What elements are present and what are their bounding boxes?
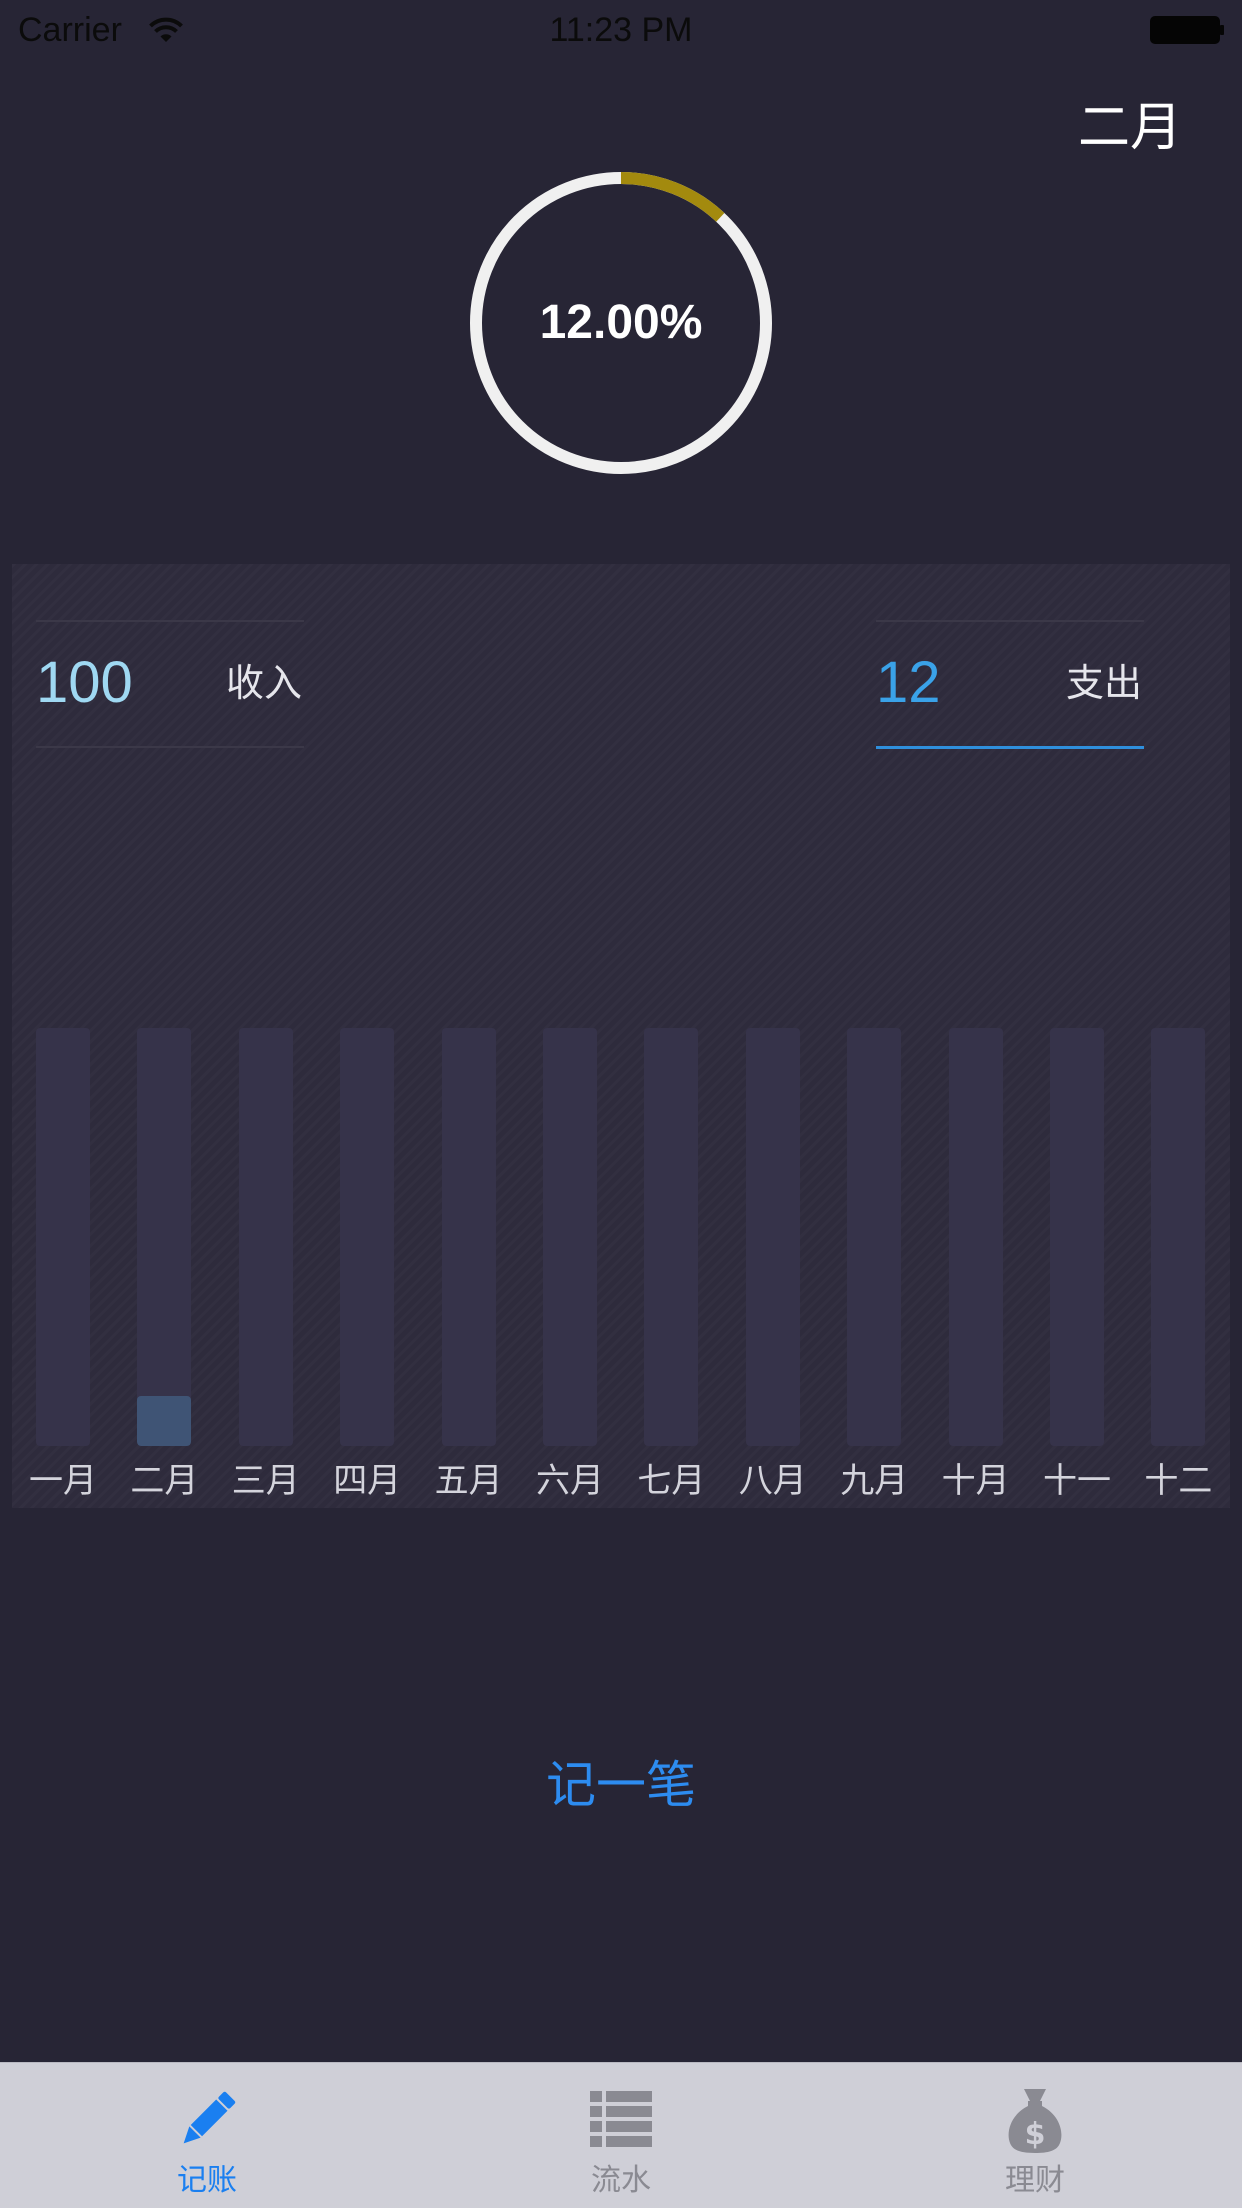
bar-month-label: 九月 bbox=[840, 1461, 909, 1501]
bar-column: 五月 bbox=[435, 1028, 543, 1513]
bar-track bbox=[137, 1028, 192, 1446]
bar-track bbox=[543, 1028, 597, 1446]
bar-month-label: 四月 bbox=[333, 1461, 402, 1501]
bar-month-label: 七月 bbox=[637, 1461, 706, 1501]
bar-month-label: 八月 bbox=[738, 1461, 807, 1501]
bar-column: 三月 bbox=[232, 1028, 340, 1513]
bar-column: 八月 bbox=[739, 1028, 847, 1513]
summary-panel: 100 收入 12 支出 一月 二月 三月 四月 五月 六月 七月 八月 九月 十月 十一 十二 bbox=[12, 564, 1230, 1508]
bar-column: 七月 bbox=[637, 1028, 745, 1513]
bar-column: 十月 bbox=[942, 1028, 1050, 1513]
battery-icon bbox=[1150, 16, 1224, 44]
bar-month-label: 二月 bbox=[130, 1461, 199, 1501]
bar-track bbox=[847, 1028, 902, 1446]
bar-track bbox=[340, 1028, 395, 1446]
income-summary[interactable]: 100 收入 bbox=[36, 620, 304, 748]
bar-column: 六月 bbox=[536, 1028, 644, 1513]
bar-value bbox=[137, 1396, 192, 1446]
tab-bookkeeping-label: 记账 bbox=[177, 2163, 237, 2198]
bar-track bbox=[1151, 1028, 1206, 1446]
bar-track bbox=[1050, 1028, 1104, 1446]
bar-track bbox=[441, 1028, 496, 1446]
expense-summary[interactable]: 12 支出 bbox=[876, 620, 1144, 749]
bar-month-label: 十一 bbox=[1043, 1461, 1111, 1501]
pencil-icon bbox=[183, 2091, 236, 2144]
bar-column: 四月 bbox=[333, 1028, 441, 1513]
monthly-bar-chart: 一月 二月 三月 四月 五月 六月 七月 八月 九月 十月 十一 十二 bbox=[29, 1028, 1230, 1513]
bar-month-label: 六月 bbox=[536, 1461, 604, 1501]
bar-track bbox=[745, 1028, 800, 1446]
record-entry-button[interactable]: 记一笔 bbox=[0, 1750, 1242, 1820]
income-label: 收入 bbox=[225, 661, 302, 705]
bar-month-label: 十二 bbox=[1144, 1461, 1213, 1501]
bar-track bbox=[948, 1028, 1003, 1446]
current-month-label[interactable]: 二月 bbox=[1078, 96, 1182, 160]
bar-column: 二月 bbox=[130, 1028, 238, 1513]
bar-track bbox=[644, 1028, 699, 1446]
bar-track bbox=[238, 1028, 293, 1446]
bar-column: 九月 bbox=[840, 1028, 948, 1513]
tab-transactions-label: 流水 bbox=[591, 2163, 651, 2198]
progress-ring: 12.00% bbox=[470, 172, 772, 474]
bar-month-label: 一月 bbox=[29, 1461, 97, 1501]
list-icon bbox=[590, 2091, 652, 2147]
status-time: 11:23 PM bbox=[549, 11, 693, 49]
tab-finance[interactable]: $ 理财 bbox=[828, 2063, 1242, 2208]
income-value: 100 bbox=[36, 650, 133, 715]
bar-column: 一月 bbox=[29, 1028, 137, 1513]
status-bar: Carrier 11:23 PM bbox=[0, 0, 1242, 60]
bar-month-label: 十月 bbox=[941, 1461, 1010, 1501]
bar-column: 十一 bbox=[1043, 1028, 1151, 1513]
tab-finance-label: 理财 bbox=[1005, 2163, 1065, 2198]
money-bag-icon: $ bbox=[1008, 2089, 1062, 2153]
tab-bookkeeping[interactable]: 记账 bbox=[0, 2063, 414, 2208]
tab-transactions[interactable]: 流水 bbox=[414, 2063, 828, 2208]
bar-month-label: 三月 bbox=[231, 1461, 300, 1501]
progress-percent-text: 12.00% bbox=[539, 296, 703, 349]
svg-text:$: $ bbox=[1025, 2117, 1046, 2152]
bar-column: 十二 bbox=[1144, 1028, 1242, 1513]
tab-bar: 记账 流水 $ 理财 bbox=[0, 2062, 1242, 2208]
bar-month-label: 五月 bbox=[434, 1461, 503, 1501]
expense-value: 12 bbox=[876, 650, 941, 715]
expense-label: 支出 bbox=[1065, 661, 1142, 705]
bar-track bbox=[36, 1028, 90, 1446]
